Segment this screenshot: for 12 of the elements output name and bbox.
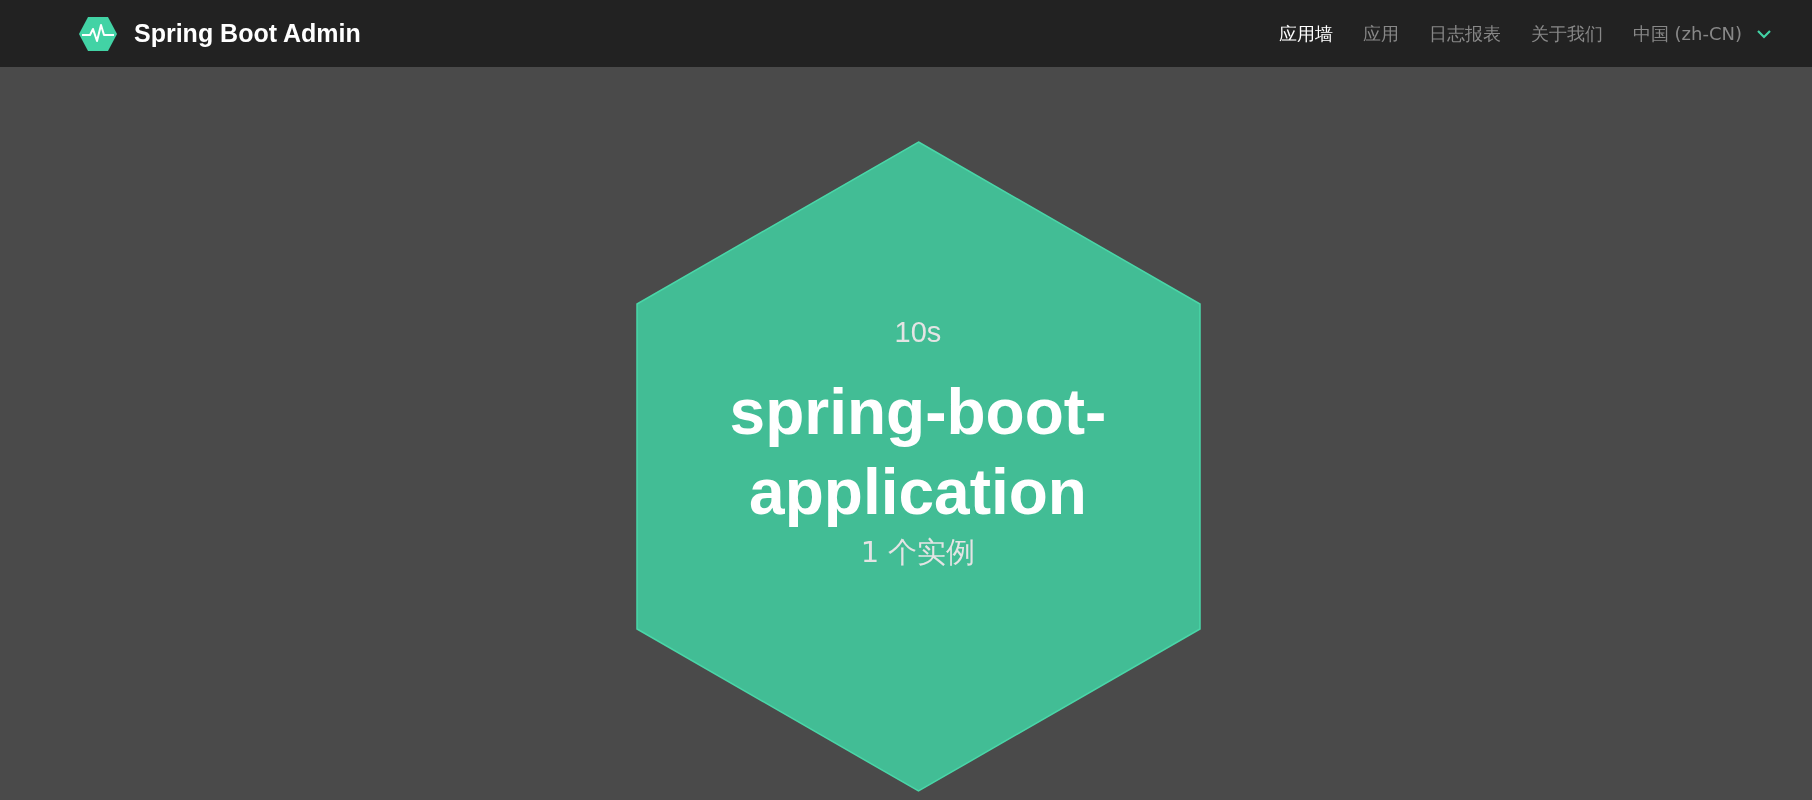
nav-link[interactable]: 应用 — [1362, 21, 1399, 46]
heartbeat-hexagon-icon — [78, 15, 118, 52]
application-name: spring-boot-application — [728, 375, 1108, 530]
app-title: Spring Boot Admin — [134, 19, 361, 48]
application-hexagon[interactable] — [635, 141, 1201, 792]
uptime-label: 10s — [894, 315, 942, 350]
nav-link[interactable]: 应用墙 — [1278, 21, 1333, 46]
language-dropdown[interactable]: 中国 (zh-CN) — [1632, 21, 1772, 46]
instance-count: 1 个实例 — [860, 534, 976, 571]
chevron-down-icon — [1756, 28, 1772, 39]
nav-link[interactable]: 日志报表 — [1428, 21, 1501, 46]
nav-link[interactable]: 关于我们 — [1530, 21, 1603, 46]
